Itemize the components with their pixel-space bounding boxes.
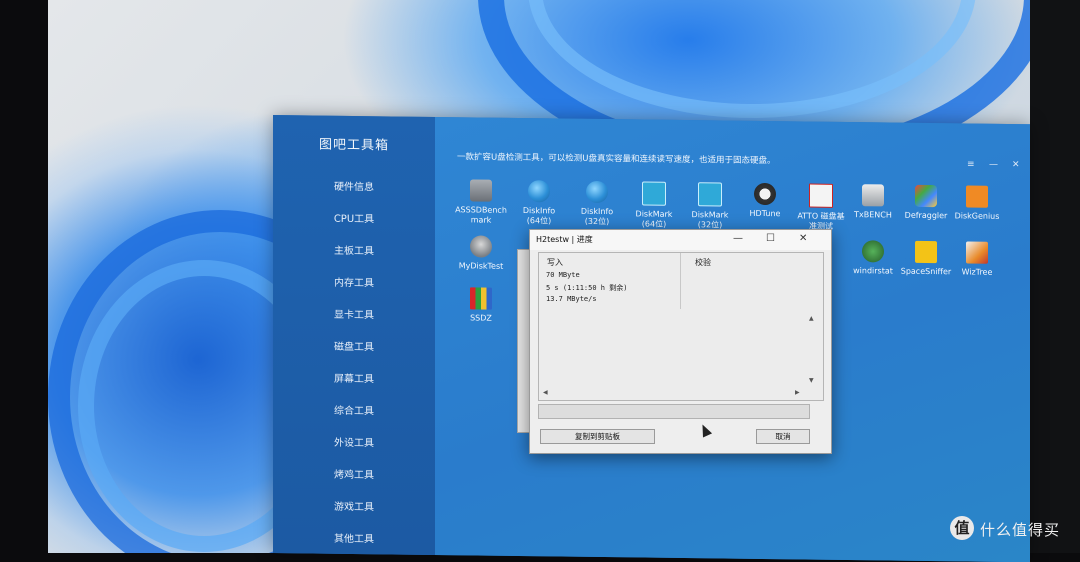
h2testw-dialog: H2testw | 进度 — ☐ ✕ 写入 校验 70 MByte 5 s (1… [529,229,832,454]
tool-mydisktest[interactable]: MyDiskTest [446,235,516,272]
tool-ssdz[interactable]: SSDZ [446,287,516,324]
dialog-titlebar[interactable]: H2testw | 进度 — ☐ ✕ [530,230,831,250]
scroll-right-icon[interactable]: ▶ [795,389,800,396]
watermark: 值 什么值得买 [950,516,1070,546]
scroll-up-icon[interactable]: ▲ [809,315,814,322]
sidebar-item-motherboard[interactable]: 主板工具 [273,241,435,258]
close-icon[interactable]: ✕ [799,233,807,244]
atto-icon [809,183,833,208]
dialog-title: H2testw | 进度 [536,235,593,244]
progress-log-panel: 写入 校验 70 MByte 5 s (1:11:50 h 剩余) 13.7 M… [538,252,824,401]
wiztree-icon [966,241,988,264]
tool-label: MyDiskTest [458,261,504,271]
close-icon[interactable]: ✕ [1012,160,1020,170]
tool-label: DiskMark (64位) [635,209,673,229]
diskmark-icon [642,181,666,206]
sidebar-item-memory[interactable]: 内存工具 [273,273,435,290]
maximize-icon[interactable]: ☐ [766,233,775,244]
sidebar-item-cpu[interactable]: CPU工具 [273,209,435,226]
sidebar-item-game[interactable]: 游戏工具 [273,497,435,514]
mydisktest-icon [470,235,492,258]
tool-label: DiskInfo (64位) [522,206,556,226]
sidebar-item-screen[interactable]: 屏幕工具 [273,369,435,386]
sidebar-item-hardware-info[interactable]: 硬件信息 [273,177,435,194]
tool-label: windirstat [853,266,893,276]
tool-label: DiskGenius [954,211,1000,221]
app-title: 图吧工具箱 [318,137,389,154]
diskmark-icon [698,182,722,207]
tool-label: SSDZ [470,313,492,323]
spacesniffer-icon [915,240,937,264]
windirstat-icon [862,240,884,263]
menu-icon[interactable]: ≡ [967,159,975,169]
hdtune-icon [754,182,776,206]
sidebar-item-peripheral[interactable]: 外设工具 [273,433,435,450]
progress-bar [538,404,810,419]
tool-description: 一款扩容U盘检测工具，可以检测U盘真实容量和连续读写速度，也适用于固态硬盘。 [457,152,776,167]
globe-icon [586,180,608,204]
tool-label: Defraggler [904,210,948,221]
verify-header: 校验 [695,258,711,267]
sidebar: 图吧工具箱 硬件信息 CPU工具 主板工具 内存工具 显卡工具 磁盘工具 屏幕工… [273,115,435,555]
sidebar-item-other[interactable]: 其他工具 [273,529,435,546]
log-line: 13.7 MByte/s [546,295,597,303]
tool-label: TxBENCH [854,210,892,220]
txbench-icon [862,184,884,207]
globe-icon [528,180,550,203]
minimize-icon[interactable]: — [989,160,998,170]
cancel-button[interactable]: 取消 [756,429,810,444]
scroll-left-icon[interactable]: ◀ [543,389,548,396]
write-header: 写入 [547,258,563,267]
column-divider [680,253,681,309]
photo-border [1030,0,1080,553]
diskgenius-icon [966,185,988,208]
tool-label: ASSSDBench mark [455,205,507,225]
sidebar-item-disk[interactable]: 磁盘工具 [273,337,435,354]
tool-wiztree[interactable]: WizTree [942,241,1012,278]
scroll-down-icon[interactable]: ▼ [809,377,814,384]
tool-label: WizTree [961,267,993,277]
ssdz-icon [470,287,492,310]
copy-to-clipboard-button[interactable]: 复制到剪贴板 [540,429,655,444]
disk-icon [470,179,492,202]
watermark-logo-icon: 值 [950,516,974,540]
tool-diskgenius[interactable]: DiskGenius [942,185,1012,222]
tool-label: HDTune [749,208,781,219]
watermark-text: 什么值得买 [980,521,1061,539]
minimize-icon[interactable]: — [733,233,743,244]
sidebar-item-gpu[interactable]: 显卡工具 [273,305,435,322]
tool-label: DiskInfo (32位) [580,206,614,227]
log-line: 5 s (1:11:50 h 剩余) [546,284,628,292]
defraggler-icon [915,184,937,208]
tool-label: DiskMark (32位) [691,210,729,230]
sidebar-item-stress[interactable]: 烤鸡工具 [273,465,435,482]
log-line: 70 MByte [546,271,580,279]
sidebar-item-general[interactable]: 综合工具 [273,401,435,418]
